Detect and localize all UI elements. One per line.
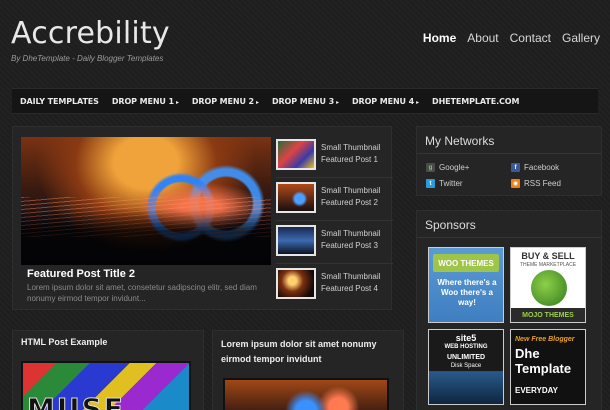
mojothemes-logo: MOJO THEMES	[511, 308, 585, 322]
networks-widget: My Networks g Google+ f Facebook t Twitt…	[416, 126, 602, 196]
woothemes-logo: WOO THEMES	[433, 254, 499, 272]
post-title[interactable]: Lorem ipsum dolor sit amet nonumy eirmod…	[221, 337, 397, 367]
post-card-html: HTML Post Example MUSE	[12, 330, 204, 410]
divider	[417, 237, 601, 238]
facebook-icon: f	[511, 163, 520, 172]
ad-headline: BUY & SELL	[521, 251, 575, 261]
menu-item-label: DHETEMPLATE.COM	[432, 96, 520, 106]
thumbnail-caption: Small Thumbnail Featured Post 2	[321, 186, 381, 207]
ad-subheadline: THEME MARKETPLACE	[519, 262, 577, 268]
menu-item-dhetemplate[interactable]: DHETEMPLATE.COM	[432, 97, 519, 106]
featured-slider: Featured Post Title 2 Lorem ipsum dolor …	[12, 126, 393, 310]
main-menu-bar: DAILY TEMPLATES DROP MENU 1 ▸ DROP MENU 2…	[12, 88, 598, 114]
menu-item-drop-menu-1[interactable]: DROP MENU 1 ▸	[112, 97, 179, 106]
menu-item-drop-menu-4[interactable]: DROP MENU 4 ▸	[352, 97, 419, 106]
menu-item-label: DROP MENU 3	[271, 96, 335, 106]
twitter-icon: t	[426, 179, 435, 188]
menu-item-label: DAILY TEMPLATES	[20, 96, 99, 106]
chevron-right-icon: ▸	[175, 98, 179, 106]
thumbnail-caption: Small Thumbnail Featured Post 3	[321, 229, 381, 250]
featured-thumb-item[interactable]: Small Thumbnail Featured Post 4	[276, 268, 386, 302]
network-link-facebook[interactable]: f Facebook	[511, 163, 559, 172]
sponsor-ad-site5[interactable]: site5 WEB HOSTING UNLIMITED Disk Space	[428, 329, 504, 405]
nav-contact-link[interactable]: Contact	[510, 31, 551, 45]
divider	[276, 263, 393, 264]
ad-line: New Free Blogger	[515, 336, 575, 343]
site-description: By DheTemplate - Daily Blogger Templates	[11, 54, 164, 63]
divider	[276, 177, 393, 178]
widget-title: My Networks	[425, 134, 495, 148]
network-label: Google+	[439, 163, 470, 172]
ad-line: UNLIMITED	[446, 354, 486, 361]
sponsors-widget: Sponsors WOO THEMES Where there's a Woo …	[416, 210, 602, 410]
menu-item-drop-menu-3[interactable]: DROP MENU 3 ▸	[272, 97, 339, 106]
divider	[276, 220, 393, 221]
ad-line: Disk Space	[450, 363, 482, 369]
dhetemplate-logo: Dhe Template	[515, 346, 572, 376]
rss-icon: ◉	[511, 179, 520, 188]
featured-post-title[interactable]: Featured Post Title 2	[27, 268, 135, 280]
chevron-right-icon: ▸	[336, 98, 339, 106]
thumbnail-image[interactable]	[276, 139, 316, 170]
sponsor-ad-dhetemplate[interactable]: New Free Blogger Dhe Template EVERYDAY	[510, 329, 586, 405]
featured-thumb-item[interactable]: Small Thumbnail Featured Post 3	[276, 225, 386, 259]
thumbnail-image[interactable]	[276, 268, 316, 299]
network-label: Twitter	[439, 179, 463, 188]
thumbnail-caption: Small Thumbnail Featured Post 4	[321, 272, 381, 293]
hero-caption-overlay	[21, 209, 271, 265]
ad-line: WEB HOSTING	[444, 344, 488, 350]
chevron-right-icon: ▸	[416, 98, 420, 106]
sponsor-ad-mojothemes[interactable]: BUY & SELL THEME MARKETPLACE MOJO THEMES	[510, 247, 586, 323]
ad-line: EVERYDAY	[515, 386, 558, 395]
post-thumbnail[interactable]	[223, 378, 389, 410]
mojo-mascot-icon	[531, 270, 567, 306]
featured-post-excerpt: Lorem ipsum dolor sit amet, consetetur s…	[27, 283, 257, 303]
network-link-twitter[interactable]: t Twitter	[426, 179, 463, 188]
post-title[interactable]: HTML Post Example	[21, 337, 107, 347]
menu-item-label: DROP MENU 1	[111, 96, 174, 106]
nav-home-link[interactable]: Home	[423, 31, 456, 45]
google-plus-icon: g	[426, 163, 435, 172]
network-label: RSS Feed	[524, 179, 561, 188]
thumbnail-caption: Small Thumbnail Featured Post 1	[321, 143, 381, 164]
network-label: Facebook	[524, 163, 560, 172]
menu-item-daily-templates[interactable]: DAILY TEMPLATES	[20, 97, 99, 106]
featured-hero-image[interactable]	[21, 137, 271, 265]
menu-item-label: DROP MENU 2	[191, 96, 255, 106]
top-navigation: Home About Contact Gallery	[423, 31, 600, 45]
post-card-lorem: Lorem ipsum dolor sit amet nonumy eirmod…	[212, 330, 404, 410]
thumbnail-image[interactable]	[276, 225, 316, 256]
nav-about-link[interactable]: About	[467, 31, 498, 45]
network-link-rss[interactable]: ◉ RSS Feed	[511, 179, 561, 188]
thumbnail-image[interactable]	[276, 182, 316, 213]
menu-item-drop-menu-2[interactable]: DROP MENU 2 ▸	[192, 97, 259, 106]
post-thumbnail[interactable]: MUSE	[21, 361, 191, 410]
muse-image-text: MUSE	[27, 392, 125, 410]
widget-title: Sponsors	[425, 218, 476, 232]
featured-thumb-item[interactable]: Small Thumbnail Featured Post 2	[276, 182, 386, 216]
divider	[417, 153, 601, 154]
network-link-google-plus[interactable]: g Google+	[426, 163, 469, 172]
nav-gallery-link[interactable]: Gallery	[562, 31, 600, 45]
featured-thumb-item[interactable]: Small Thumbnail Featured Post 1	[276, 139, 386, 173]
site-title[interactable]: Accrebility	[11, 16, 170, 51]
ad-copy: Where there's a Woo there's a way!	[437, 278, 497, 307]
sponsor-ad-woothemes[interactable]: WOO THEMES Where there's a Woo there's a…	[428, 247, 504, 323]
site5-logo: site5	[455, 333, 477, 343]
menu-item-label: DROP MENU 4	[351, 96, 415, 106]
chevron-right-icon: ▸	[256, 98, 259, 106]
